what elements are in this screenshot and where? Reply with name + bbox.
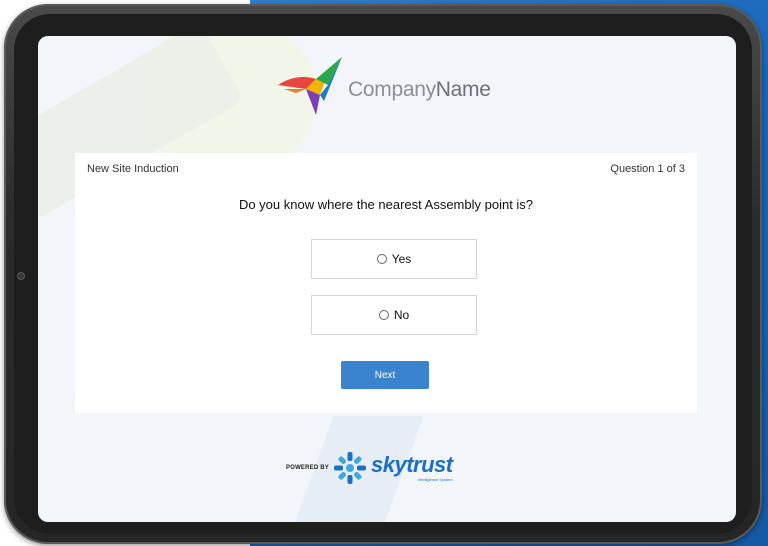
option-no[interactable]: No bbox=[311, 295, 477, 335]
option-yes[interactable]: Yes bbox=[311, 239, 477, 279]
company-name-light: Company bbox=[348, 78, 436, 101]
powered-by-label: POWERED BY bbox=[286, 465, 330, 471]
skytrust-brand: skytrust Intelligence System bbox=[371, 452, 453, 483]
powered-by: POWERED BY skytrust Intelligence System bbox=[286, 446, 496, 490]
question-text: Do you know where the nearest Assembly p… bbox=[238, 197, 534, 212]
skytrust-tagline: Intelligence System bbox=[417, 477, 453, 482]
tablet-frame: CompanyName New Site Induction Question … bbox=[4, 4, 762, 544]
skytrust-name: skytrust bbox=[371, 452, 453, 477]
company-logo-icon bbox=[278, 57, 342, 115]
company-logo: CompanyName bbox=[276, 54, 506, 118]
next-button[interactable]: Next bbox=[341, 361, 429, 389]
option-label: Yes bbox=[391, 252, 412, 266]
skytrust-logo-icon bbox=[334, 452, 367, 484]
option-label: No bbox=[393, 308, 410, 322]
question-card: New Site Induction Question 1 of 3 Do yo… bbox=[75, 153, 697, 413]
company-name: CompanyName bbox=[348, 78, 491, 102]
radio-icon[interactable] bbox=[376, 254, 387, 264]
radio-icon[interactable] bbox=[378, 310, 389, 320]
question-progress: Question 1 of 3 bbox=[610, 163, 685, 175]
card-header: New Site Induction Question 1 of 3 bbox=[87, 163, 685, 175]
company-name-bold: Name bbox=[435, 78, 491, 101]
camera-dot bbox=[17, 272, 25, 280]
form-title: New Site Induction bbox=[87, 163, 179, 175]
tablet-screen: CompanyName New Site Induction Question … bbox=[38, 36, 736, 522]
